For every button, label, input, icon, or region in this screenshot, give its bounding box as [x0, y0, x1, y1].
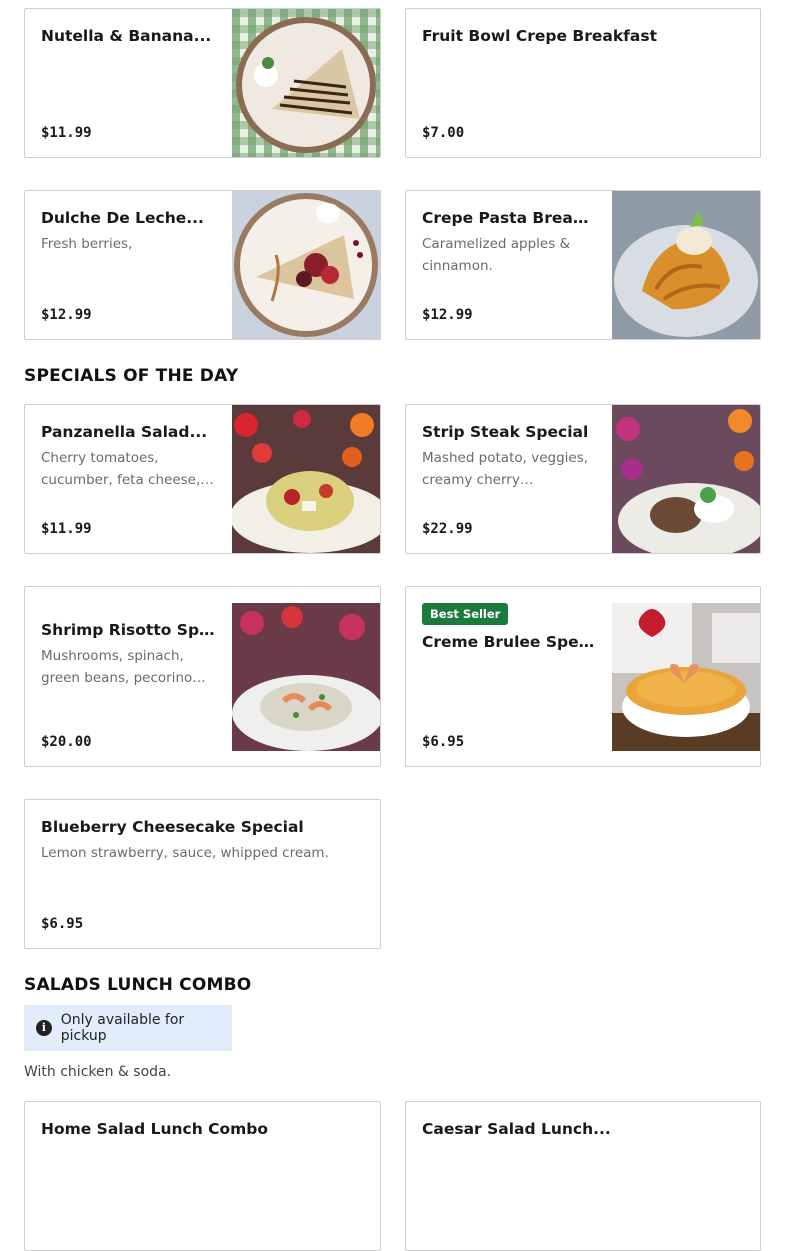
- item-price: $11.99: [41, 125, 92, 141]
- item-description: Fresh berries,: [41, 236, 133, 252]
- item-text: Crepe Pasta Breakfast Caramelized apples…: [422, 207, 596, 323]
- menu-item-nutella-banana[interactable]: Nutella & Banana... $11.99: [24, 8, 381, 158]
- item-name: Home Salad Lunch Combo: [41, 1120, 269, 1138]
- menu-item-creme-brulee-special[interactable]: Best Seller Creme Brulee Special $6.95: [405, 586, 761, 767]
- item-price: $12.99: [422, 307, 473, 323]
- item-text: Dulche De Leche... Fresh berries, $12.99: [41, 207, 216, 323]
- item-description: Mushrooms, spinach, green beans, pecorin…: [41, 648, 193, 686]
- item-text: Caesar Salad Lunch...: [422, 1118, 744, 1234]
- menu-item-blueberry-cheesecake[interactable]: Blueberry Cheesecake Special Lemon straw…: [24, 799, 381, 949]
- menu-item-caesar-salad-lunch[interactable]: Caesar Salad Lunch...: [405, 1101, 761, 1251]
- item-price: $22.99: [422, 521, 473, 537]
- item-name: Strip Steak Special: [422, 423, 589, 441]
- item-description: Mashed potato, veggies, creamy cherry mu…: [422, 450, 589, 488]
- menu-item-dulche-de-leche[interactable]: Dulche De Leche... Fresh berries, $12.99: [24, 190, 381, 340]
- item-description: Caramelized apples & cinnamon.: [422, 236, 571, 274]
- pickup-notice: i Only available for pickup: [24, 1005, 232, 1051]
- item-photo: [612, 405, 760, 553]
- item-photo: [232, 603, 380, 751]
- item-price: $20.00: [41, 734, 92, 750]
- item-text: Nutella & Banana... $11.99: [41, 25, 216, 141]
- menu-item-house-salad-lunch-combo[interactable]: Home Salad Lunch Combo: [24, 1101, 381, 1251]
- menu-item-strip-steak-special[interactable]: Strip Steak Special Mashed potato, veggi…: [405, 404, 761, 554]
- item-name: Fruit Bowl Crepe Breakfast: [422, 27, 657, 45]
- item-name: Crepe Pasta Breakfast: [422, 209, 596, 227]
- item-name: Blueberry Cheesecake Special: [41, 818, 304, 836]
- item-name: Shrimp Risotto Special: [41, 621, 216, 639]
- item-text: Home Salad Lunch Combo: [41, 1118, 364, 1234]
- section-description: With chicken & soda.: [24, 1064, 172, 1080]
- item-name: Creme Brulee Special: [422, 633, 596, 651]
- item-text: Fruit Bowl Crepe Breakfast $7.00: [422, 25, 744, 141]
- item-text: Strip Steak Special Mashed potato, veggi…: [422, 421, 596, 537]
- item-photo: [612, 191, 760, 339]
- item-text: Shrimp Risotto Special Mushrooms, spinac…: [41, 619, 216, 750]
- item-text: Best Seller Creme Brulee Special $6.95: [422, 603, 596, 750]
- item-photo: [612, 603, 760, 751]
- item-name: Caesar Salad Lunch...: [422, 1120, 611, 1138]
- section-title-salads-lunch-combo: SALADS LUNCH COMBO: [24, 975, 252, 995]
- item-price: $6.95: [422, 734, 465, 750]
- item-price: $7.00: [422, 125, 465, 141]
- item-name: Nutella & Banana...: [41, 27, 212, 45]
- item-text: Blueberry Cheesecake Special Lemon straw…: [41, 816, 364, 932]
- pickup-notice-text: Only available for pickup: [60, 1012, 185, 1044]
- item-photo: [232, 405, 380, 553]
- item-photo: [232, 9, 380, 157]
- section-title-specials: SPECIALS OF THE DAY: [24, 366, 239, 386]
- item-description: Lemon strawberry, sauce, whipped cream.: [41, 845, 329, 861]
- menu-item-crepe-pasta-breakfast[interactable]: Crepe Pasta Breakfast Caramelized apples…: [405, 190, 761, 340]
- item-description: Cherry tomatoes, cucumber, feta cheese, …: [41, 450, 201, 488]
- item-price: $12.99: [41, 307, 92, 323]
- menu-item-fruit-bowl-crepe[interactable]: Fruit Bowl Crepe Breakfast $7.00: [405, 8, 761, 158]
- menu-item-shrimp-risotto-special[interactable]: Shrimp Risotto Special Mushrooms, spinac…: [24, 586, 381, 767]
- info-icon: i: [36, 1020, 52, 1036]
- item-text: Panzanella Salad... Cherry tomatoes, cuc…: [41, 421, 216, 537]
- best-seller-badge: Best Seller: [422, 603, 509, 625]
- menu-item-panzanella-salad[interactable]: Panzanella Salad... Cherry tomatoes, cuc…: [24, 404, 381, 554]
- item-price: $11.99: [41, 521, 92, 537]
- item-price: $6.95: [41, 916, 84, 932]
- item-photo: [232, 191, 380, 339]
- item-name: Dulche De Leche...: [41, 209, 204, 227]
- item-name: Panzanella Salad...: [41, 423, 208, 441]
